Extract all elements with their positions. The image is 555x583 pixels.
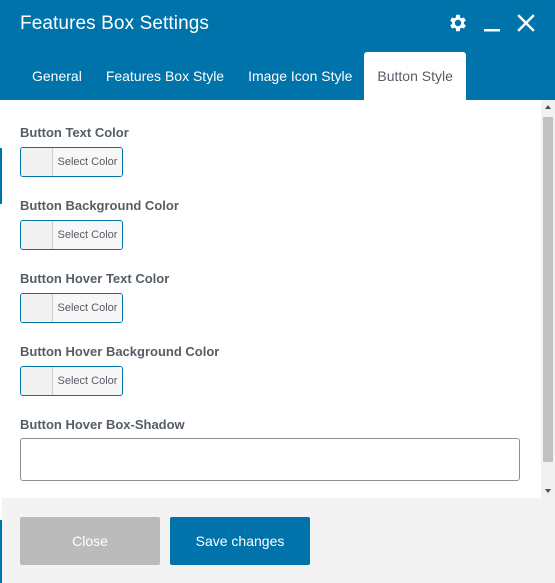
dialog-footer: Close Save changes bbox=[2, 498, 555, 583]
button-background-color-label: Button Background Color bbox=[20, 198, 179, 213]
tab-general[interactable]: General bbox=[20, 52, 94, 100]
tab-button-style[interactable]: Button Style bbox=[364, 52, 466, 100]
scroll-up-arrow-icon[interactable] bbox=[545, 105, 551, 109]
button-hover-text-color-picker[interactable]: Select Color bbox=[20, 293, 123, 323]
minimize-icon[interactable] bbox=[481, 12, 503, 34]
scroll-thumb[interactable] bbox=[543, 117, 553, 462]
button-hover-box-shadow-input[interactable] bbox=[20, 438, 520, 481]
select-color-label: Select Color bbox=[53, 221, 122, 249]
tab-features-box-style[interactable]: Features Box Style bbox=[94, 52, 236, 100]
button-hover-background-color-picker[interactable]: Select Color bbox=[20, 366, 123, 396]
settings-content: Button Text Color Select Color Button Ba… bbox=[2, 100, 541, 498]
content-scrollbar[interactable] bbox=[541, 100, 555, 498]
select-color-label: Select Color bbox=[53, 148, 122, 176]
settings-tabs: General Features Box Style Image Icon St… bbox=[20, 52, 466, 100]
color-swatch bbox=[21, 148, 53, 176]
dialog-header: Features Box Settings General Features B… bbox=[2, 0, 555, 100]
close-icon[interactable] bbox=[515, 12, 537, 34]
select-color-label: Select Color bbox=[53, 294, 122, 322]
button-text-color-picker[interactable]: Select Color bbox=[20, 147, 123, 177]
button-text-color-label: Button Text Color bbox=[20, 125, 129, 140]
scroll-down-arrow-icon[interactable] bbox=[545, 489, 551, 493]
color-swatch bbox=[21, 221, 53, 249]
header-controls bbox=[447, 12, 537, 34]
dialog-title: Features Box Settings bbox=[20, 13, 210, 34]
tab-image-icon-style[interactable]: Image Icon Style bbox=[236, 52, 364, 100]
color-swatch bbox=[21, 367, 53, 395]
button-background-color-picker[interactable]: Select Color bbox=[20, 220, 123, 250]
gear-icon[interactable] bbox=[447, 12, 469, 34]
button-hover-box-shadow-label: Button Hover Box-Shadow bbox=[20, 417, 185, 432]
button-hover-background-color-label: Button Hover Background Color bbox=[20, 344, 220, 359]
button-hover-text-color-label: Button Hover Text Color bbox=[20, 271, 170, 286]
save-changes-button[interactable]: Save changes bbox=[170, 517, 310, 565]
select-color-label: Select Color bbox=[53, 367, 122, 395]
color-swatch bbox=[21, 294, 53, 322]
close-button[interactable]: Close bbox=[20, 517, 160, 565]
features-box-settings-dialog: Features Box Settings General Features B… bbox=[0, 0, 555, 583]
